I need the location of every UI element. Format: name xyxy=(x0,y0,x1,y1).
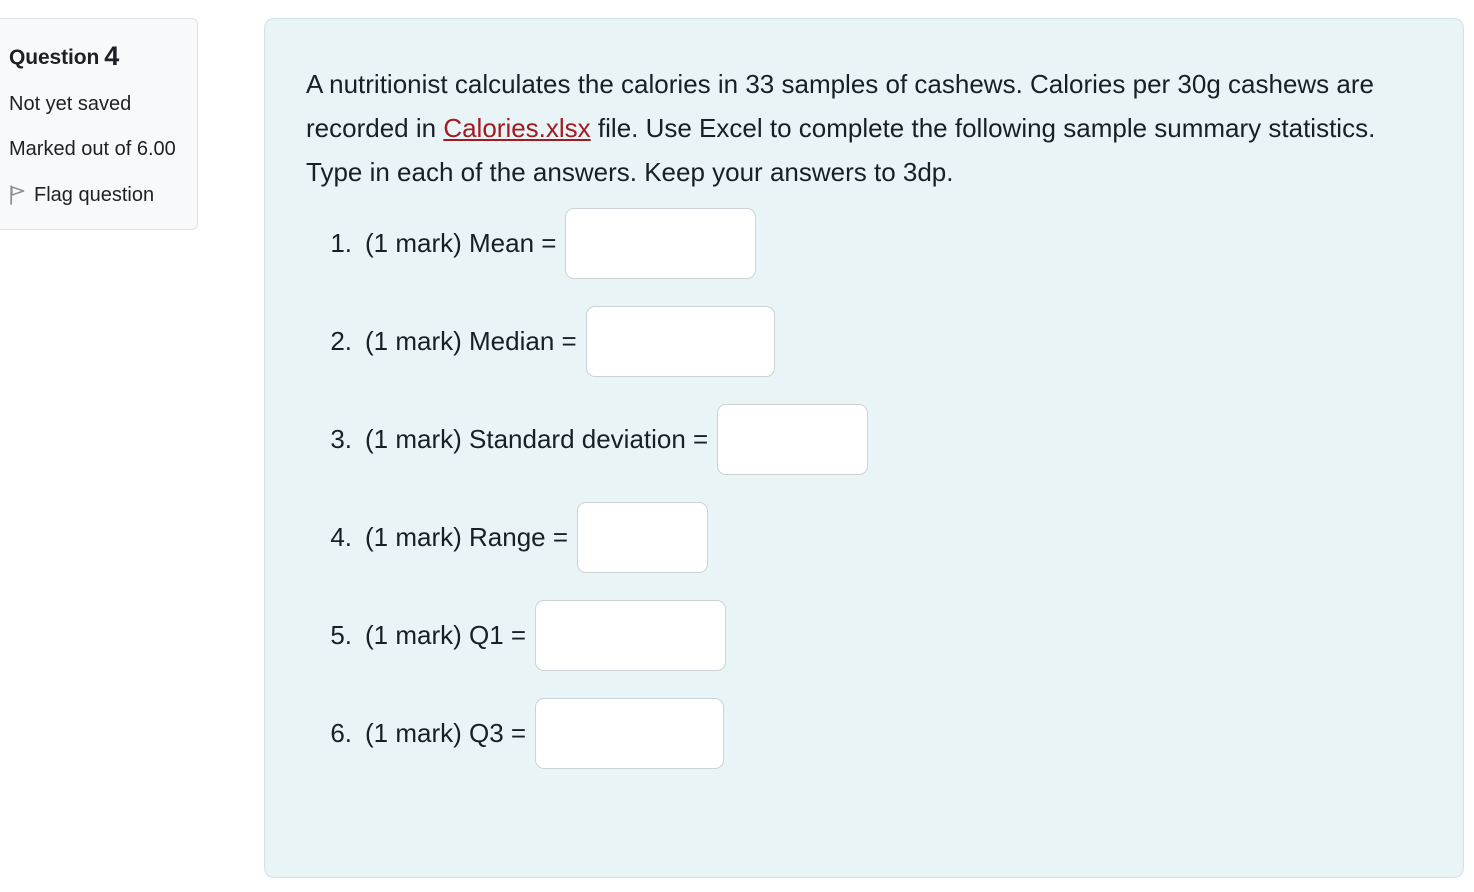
calories-file-link[interactable]: Calories.xlsx xyxy=(443,113,590,143)
marks-out-of-value: 6.00 xyxy=(136,138,176,161)
list-marker: 1. xyxy=(330,228,352,259)
list-marker: 5. xyxy=(330,620,352,651)
list-marker: 6. xyxy=(330,718,352,749)
q3-input[interactable] xyxy=(535,698,725,770)
question-heading-label: Question xyxy=(9,46,100,69)
question-text: A nutritionist calculates the calories i… xyxy=(265,19,1463,195)
q1-input[interactable] xyxy=(535,600,727,672)
mean-input[interactable] xyxy=(565,208,757,280)
list-marker: 4. xyxy=(330,522,352,553)
range-input[interactable] xyxy=(577,502,709,574)
answer-row-q1: 5. (1 mark) Q1 = xyxy=(265,587,1463,685)
marks-out-of: Marked out of 6.00 xyxy=(9,135,181,163)
answer-label: (1 mark) Q1 = xyxy=(365,620,527,651)
list-marker: 3. xyxy=(330,424,352,455)
answer-row-median: 2. (1 mark) Median = xyxy=(265,293,1463,391)
flag-icon xyxy=(9,185,27,205)
list-marker: 2. xyxy=(330,326,352,357)
save-status: Not yet saved xyxy=(9,93,132,116)
flag-question-label: Flag question xyxy=(34,183,155,206)
answer-row-q3: 6. (1 mark) Q3 = xyxy=(265,685,1463,783)
question-panel: A nutritionist calculates the calories i… xyxy=(264,18,1464,878)
median-input[interactable] xyxy=(585,306,775,378)
marks-out-of-label: Marked out of xyxy=(9,138,132,161)
answer-list: 1. (1 mark) Mean = 2. (1 mark) Median = … xyxy=(265,195,1463,783)
answer-label: (1 mark) Mean = xyxy=(365,228,557,259)
answer-label: (1 mark) Median = xyxy=(365,326,577,357)
question-info-box: Question 4 Not yet saved Marked out of 6.… xyxy=(0,18,198,231)
standard-deviation-input[interactable] xyxy=(717,404,869,476)
question-heading: Question 4 xyxy=(9,41,181,72)
answer-label: (1 mark) Q3 = xyxy=(365,718,527,749)
flag-question-link[interactable]: Flag question xyxy=(9,181,181,209)
answer-row-standard-deviation: 3. (1 mark) Standard deviation = xyxy=(265,391,1463,489)
answer-row-mean: 1. (1 mark) Mean = xyxy=(265,195,1463,293)
answer-label: (1 mark) Range = xyxy=(365,522,569,553)
question-number: 4 xyxy=(104,41,120,71)
answer-label: (1 mark) Standard deviation = xyxy=(365,424,709,455)
answer-row-range: 4. (1 mark) Range = xyxy=(265,489,1463,587)
